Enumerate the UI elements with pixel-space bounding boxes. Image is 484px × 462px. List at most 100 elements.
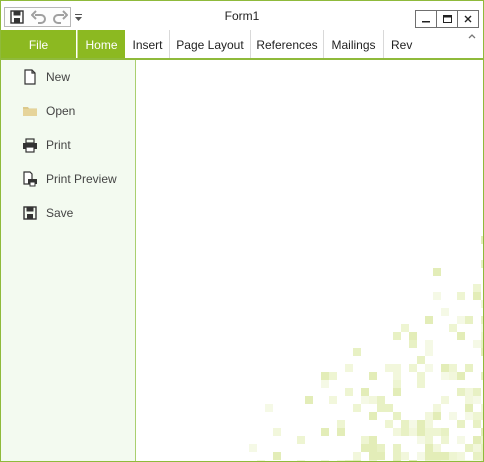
- pixel-square: [473, 340, 481, 348]
- minimize-icon: [422, 21, 430, 23]
- pixel-square: [417, 428, 425, 436]
- pixel-square: [305, 396, 313, 404]
- backstage-label-print: Print: [46, 138, 71, 152]
- pixel-square: [393, 388, 401, 396]
- backstage-item-open[interactable]: Open: [1, 98, 135, 124]
- tab-references[interactable]: References: [251, 30, 324, 59]
- backstage-label-open: Open: [46, 104, 76, 118]
- backstage-label-save: Save: [46, 206, 74, 220]
- close-button[interactable]: [457, 10, 479, 28]
- pixel-square: [481, 412, 483, 420]
- pixel-square: [409, 364, 417, 372]
- pixel-square: [377, 404, 385, 412]
- tab-review[interactable]: Rev: [385, 30, 413, 59]
- backstage-item-save[interactable]: Save: [1, 200, 135, 226]
- pixel-square: [433, 428, 441, 436]
- minimize-button[interactable]: [415, 10, 437, 28]
- tab-insert[interactable]: Insert: [126, 30, 170, 59]
- pixel-square: [425, 452, 433, 460]
- pixel-square: [385, 364, 393, 372]
- pixel-square: [337, 428, 345, 436]
- pixel-square: [377, 444, 385, 452]
- pixel-square: [441, 396, 449, 404]
- backstage-item-print[interactable]: Print: [1, 132, 135, 158]
- pixel-square: [369, 396, 377, 404]
- pixel-square: [409, 428, 417, 436]
- pixel-square: [425, 316, 433, 324]
- pixel-square: [329, 396, 337, 404]
- pixel-square: [433, 452, 441, 460]
- pixel-square: [249, 444, 257, 452]
- tab-page-layout[interactable]: Page Layout: [170, 30, 251, 59]
- print-preview-icon: [21, 170, 39, 188]
- maximize-button[interactable]: [436, 10, 458, 28]
- pixel-square: [481, 444, 483, 452]
- pixel-square: [473, 412, 481, 420]
- pixel-square: [361, 444, 369, 452]
- pixel-square: [457, 332, 465, 340]
- pixel-square: [465, 404, 473, 412]
- pixel-square: [393, 372, 401, 380]
- backstage-item-new[interactable]: New: [1, 64, 135, 90]
- pixel-square: [473, 452, 481, 460]
- pixel-square: [449, 452, 457, 460]
- pixel-square: [393, 444, 401, 452]
- printer-icon: [21, 136, 39, 154]
- pixel-square: [369, 412, 377, 420]
- close-icon: [464, 15, 472, 23]
- pixel-square: [465, 444, 473, 452]
- application-window: Form1 File Home Insert Page Layout Refer…: [0, 0, 484, 462]
- tab-file[interactable]: File: [1, 30, 76, 60]
- pixel-square: [369, 452, 377, 460]
- pixel-square: [441, 308, 449, 316]
- pixel-square: [297, 436, 305, 444]
- pixel-square: [433, 268, 441, 276]
- pixel-square: [369, 372, 377, 380]
- pixel-square: [425, 364, 433, 372]
- pixel-square: [353, 348, 361, 356]
- chevron-up-icon: [468, 34, 476, 39]
- pixel-square: [481, 324, 483, 332]
- pixel-square: [353, 452, 361, 460]
- window-title: Form1: [224, 9, 260, 23]
- pixel-square: [449, 324, 457, 332]
- pixel-square: [401, 324, 409, 332]
- pixel-square: [433, 444, 441, 452]
- pixel-square: [321, 380, 329, 388]
- pixel-square: [481, 436, 483, 444]
- pixel-square: [385, 420, 393, 428]
- collapse-ribbon-button[interactable]: [467, 31, 477, 41]
- pixel-square: [417, 356, 425, 364]
- pixel-square: [401, 452, 409, 460]
- pixel-square: [473, 396, 481, 404]
- pixel-square: [425, 340, 433, 348]
- pixel-square: [441, 364, 449, 372]
- pixel-square: [457, 372, 465, 380]
- backstage-label-new: New: [46, 70, 71, 84]
- title-bar: Form1: [1, 1, 483, 31]
- pixel-square: [473, 444, 481, 452]
- pixel-square: [409, 420, 417, 428]
- pixel-square: [369, 444, 377, 452]
- pixel-square: [433, 404, 441, 412]
- tab-home[interactable]: Home: [77, 30, 125, 60]
- pixel-square: [481, 348, 483, 356]
- window-controls: [415, 10, 479, 28]
- backstage-item-print-preview[interactable]: Print Preview: [1, 166, 135, 192]
- save-icon: [21, 204, 39, 222]
- tab-mailings[interactable]: Mailings: [324, 30, 384, 59]
- pixel-square: [409, 340, 417, 348]
- pixel-square: [385, 404, 393, 412]
- pixel-square: [481, 428, 483, 436]
- new-document-icon: [21, 68, 39, 86]
- pixel-square: [393, 412, 401, 420]
- pixel-square: [321, 372, 329, 380]
- pixel-square: [329, 372, 337, 380]
- pixel-square: [273, 428, 281, 436]
- pixel-square: [473, 292, 481, 300]
- pixel-square: [417, 452, 425, 460]
- pixel-square: [425, 412, 433, 420]
- pixel-square: [321, 428, 329, 436]
- pixel-square: [425, 436, 433, 444]
- pixel-square: [425, 428, 433, 436]
